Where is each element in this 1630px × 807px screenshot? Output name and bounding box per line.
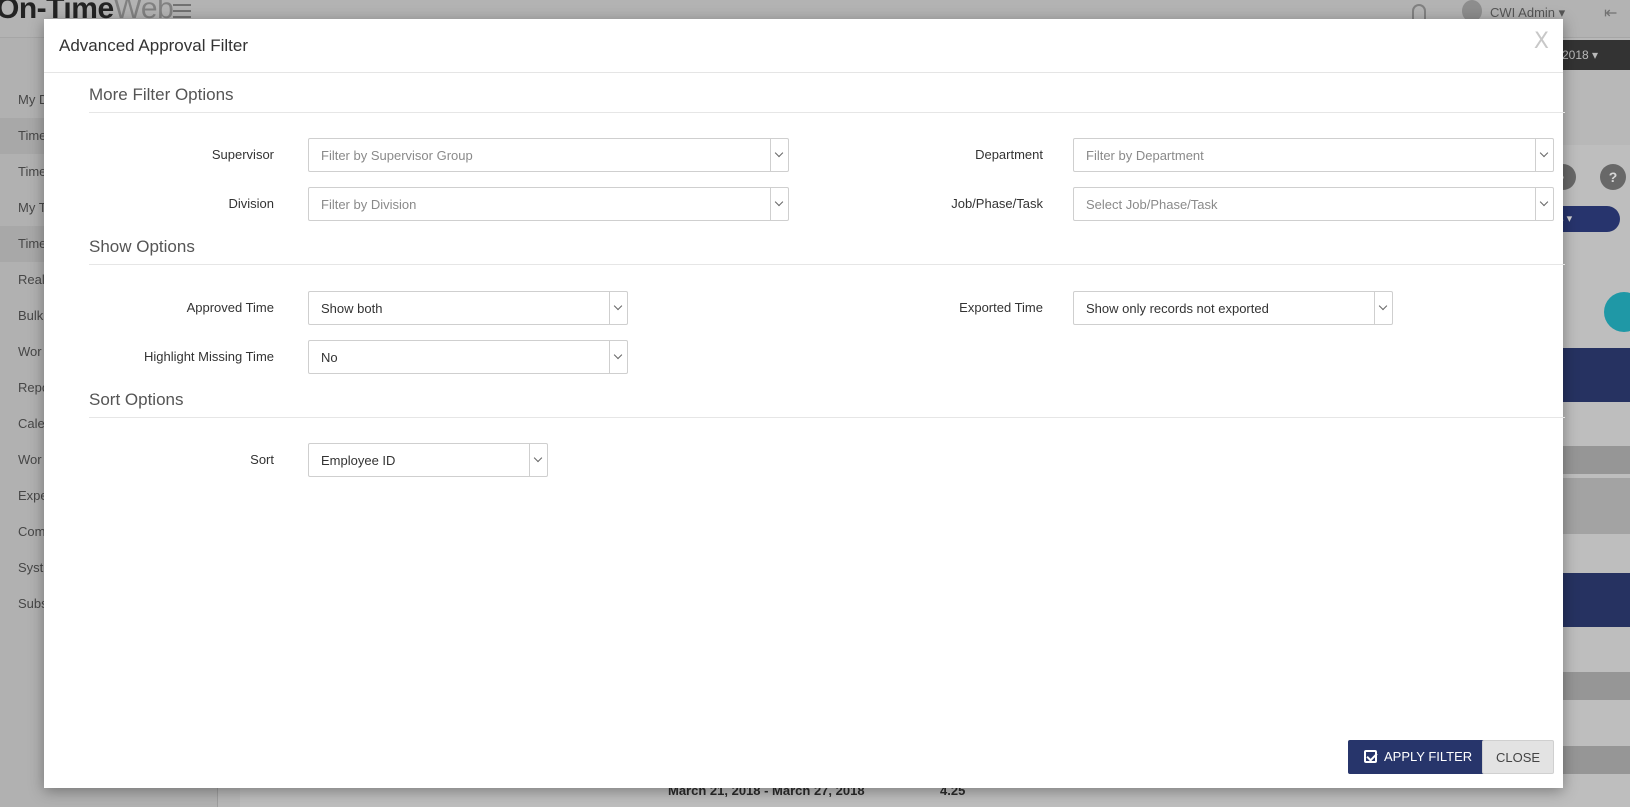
job-phase-task-select-text: Select Job/Phase/Task xyxy=(1086,197,1218,212)
section-title-show-options: Show Options xyxy=(89,237,195,256)
approved-time-select[interactable]: Show both xyxy=(308,291,628,325)
close-button[interactable]: CLOSE xyxy=(1482,740,1555,774)
chevron-down-icon[interactable] xyxy=(609,292,627,324)
department-select-text: Filter by Department xyxy=(1086,148,1204,163)
chevron-down-icon[interactable] xyxy=(1535,139,1553,171)
division-select[interactable]: Filter by Division xyxy=(308,187,789,221)
section-divider xyxy=(89,417,1565,418)
highlight-missing-time-select-text: No xyxy=(321,350,338,365)
sort-select-text: Employee ID xyxy=(321,453,396,468)
division-select-text: Filter by Division xyxy=(321,197,417,212)
exported-time-label: Exported Time xyxy=(959,300,1043,315)
chevron-down-icon[interactable] xyxy=(609,341,627,373)
section-title-sort-options: Sort Options xyxy=(89,390,184,409)
section-divider xyxy=(89,264,1565,265)
approved-time-select-text: Show both xyxy=(321,301,383,316)
close-icon[interactable]: X xyxy=(1534,29,1549,54)
exported-time-select[interactable]: Show only records not exported xyxy=(1073,291,1393,325)
supervisor-select[interactable]: Filter by Supervisor Group xyxy=(308,138,789,172)
sort-label: Sort xyxy=(250,452,274,467)
chevron-down-icon[interactable] xyxy=(770,188,788,220)
checkbox-check-icon xyxy=(1364,750,1377,763)
section-divider xyxy=(89,112,1565,113)
modal-header: Advanced Approval Filter X xyxy=(44,19,1563,73)
approved-time-label: Approved Time xyxy=(186,300,274,315)
division-label: Division xyxy=(228,196,274,211)
modal-title: Advanced Approval Filter xyxy=(59,36,248,55)
job-phase-task-select[interactable]: Select Job/Phase/Task xyxy=(1073,187,1554,221)
chevron-down-icon[interactable] xyxy=(1535,188,1553,220)
sort-select[interactable]: Employee ID xyxy=(308,443,548,477)
chevron-down-icon[interactable] xyxy=(529,444,547,476)
exported-time-select-text: Show only records not exported xyxy=(1086,301,1269,316)
close-button-label: CLOSE xyxy=(1496,750,1541,765)
chevron-down-icon[interactable] xyxy=(770,139,788,171)
section-title-more-filter-options: More Filter Options xyxy=(89,85,234,104)
department-select[interactable]: Filter by Department xyxy=(1073,138,1554,172)
highlight-missing-time-select[interactable]: No xyxy=(308,340,628,374)
apply-filter-button[interactable]: APPLY FILTER xyxy=(1348,740,1489,774)
job-phase-task-label: Job/Phase/Task xyxy=(951,196,1043,211)
advanced-approval-filter-modal: Advanced Approval Filter X More Filter O… xyxy=(44,19,1565,788)
supervisor-label: Supervisor xyxy=(211,147,274,162)
highlight-missing-time-label: Highlight Missing Time xyxy=(143,349,274,364)
supervisor-select-text: Filter by Supervisor Group xyxy=(321,148,473,163)
department-label: Department xyxy=(975,147,1043,162)
chevron-down-icon[interactable] xyxy=(1374,292,1392,324)
apply-filter-label: APPLY FILTER xyxy=(1384,749,1473,764)
